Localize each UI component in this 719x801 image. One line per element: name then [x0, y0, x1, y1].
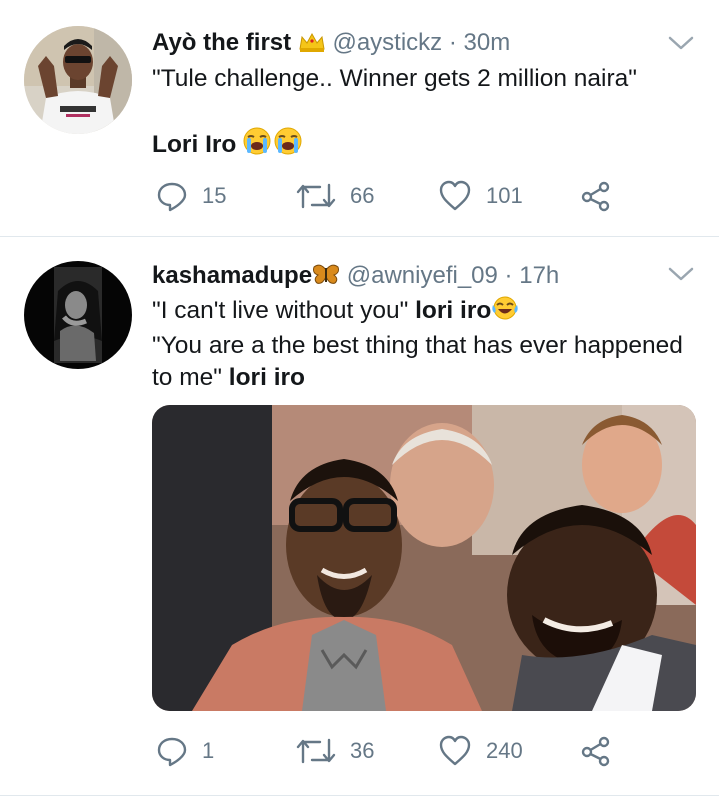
quote-text: "I can't live without you": [152, 297, 416, 324]
reply-button[interactable]: 15: [156, 176, 226, 216]
bold-text: lori iro: [415, 297, 492, 324]
tweet-text: "Tule challenge.. Winner gets 2 million …: [152, 63, 637, 164]
tweet-divider: [0, 795, 719, 796]
tweet-header: kashamadupe @awniyefi_09 · 17h: [152, 261, 559, 294]
like-button[interactable]: 240: [438, 731, 523, 771]
chevron-down-icon[interactable]: [667, 34, 695, 52]
retweet-button[interactable]: 66: [296, 176, 374, 216]
author-name[interactable]: kashamadupe: [152, 262, 312, 289]
retweet-button[interactable]: 36: [296, 731, 374, 771]
share-button[interactable]: [580, 176, 612, 216]
tweet-time[interactable]: 17h: [519, 262, 559, 289]
heart-icon: [439, 735, 471, 766]
avatar-image: [24, 26, 132, 134]
avatar-ayo[interactable]: [24, 26, 132, 134]
face-with-tears-of-joy-icon: [491, 295, 519, 330]
loudly-crying-face-icon: [243, 127, 303, 164]
share-button[interactable]: [580, 731, 612, 771]
avatar-kashamadupe[interactable]: [24, 261, 132, 369]
like-button[interactable]: 101: [438, 176, 523, 216]
tweet-header: Ayò the first @aystickz · 30m: [152, 28, 510, 61]
bold-text: Lori Iro: [152, 131, 237, 158]
share-icon: [581, 181, 610, 212]
reply-count: 15: [202, 183, 227, 208]
author-name[interactable]: Ayò the first: [152, 29, 291, 56]
bold-text: lori iro: [228, 364, 306, 391]
butterfly-icon: [312, 264, 340, 294]
heart-icon: [439, 180, 471, 211]
crown-icon: [298, 31, 326, 61]
tweet-1[interactable]: Ayò the first @aystickz · 30m "Tule chal…: [0, 0, 719, 236]
tweet-line-1: "I can't live without you" lori iro: [152, 295, 683, 330]
quote-text: to me": [152, 364, 229, 391]
share-icon: [581, 736, 610, 767]
media-image: [152, 405, 696, 711]
tweet-actions: 15 66 101: [152, 176, 622, 216]
tweet-line-2: Lori Iro: [152, 127, 637, 164]
author-handle[interactable]: @awniyefi_09: [347, 262, 498, 289]
retweet-icon: [296, 738, 336, 764]
reply-icon: [157, 737, 187, 767]
reply-count: 1: [202, 738, 215, 763]
chevron-down-icon[interactable]: [667, 265, 695, 283]
retweet-count: 66: [350, 183, 375, 208]
reply-button[interactable]: 1: [156, 731, 214, 771]
tweet-media-photo[interactable]: [152, 405, 696, 711]
like-count: 101: [486, 183, 523, 208]
retweet-icon: [296, 183, 336, 209]
like-count: 240: [486, 738, 523, 763]
avatar-image: [24, 261, 132, 369]
retweet-count: 36: [350, 738, 375, 763]
meta-separator: ·: [448, 29, 457, 56]
tweet-text: "I can't live without you" lori iro "You…: [152, 295, 683, 394]
reply-icon: [157, 182, 187, 212]
author-handle[interactable]: @aystickz: [332, 29, 442, 56]
tweet-line-3: to me" lori iro: [152, 362, 683, 394]
meta-separator: ·: [504, 262, 513, 289]
tweet-line-2: "You are a the best thing that has ever …: [152, 332, 683, 359]
tweet-actions: 1 36 240: [152, 731, 622, 771]
tweet-time[interactable]: 30m: [464, 29, 511, 56]
tweet-line-1: "Tule challenge.. Winner gets 2 million …: [152, 65, 637, 92]
